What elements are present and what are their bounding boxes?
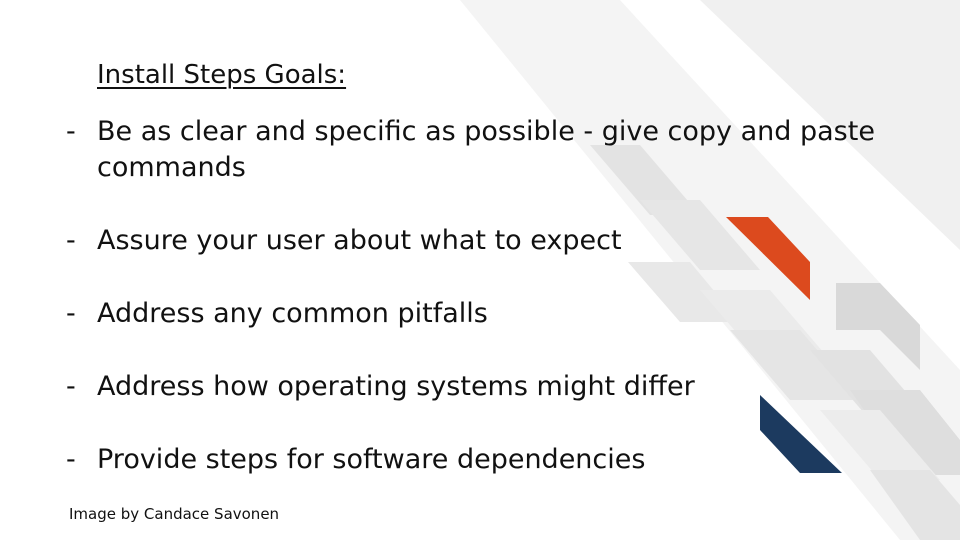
- bullet-dash: -: [66, 225, 76, 256]
- bullet-dash: -: [66, 371, 76, 402]
- bullet-text: Assure your user about what to expect: [97, 225, 622, 256]
- bullet-text: Address how operating systems might diff…: [97, 371, 695, 402]
- bullet-text: Provide steps for software dependencies: [97, 444, 646, 475]
- bullet-text: Be as clear and specific as possible - g…: [97, 116, 875, 183]
- bullet-item: - Be as clear and specific as possible -…: [66, 114, 886, 186]
- bullet-text: Address any common pitfalls: [97, 298, 488, 329]
- bullet-item: - Address how operating systems might di…: [66, 369, 886, 405]
- bullet-dash: -: [66, 116, 76, 147]
- slide: Install Steps Goals: - Be as clear and s…: [0, 0, 960, 540]
- bullet-dash: -: [66, 444, 76, 475]
- slide-title: Install Steps Goals:: [97, 60, 347, 90]
- bullet-item: - Assure your user about what to expect: [66, 223, 886, 259]
- bullet-dash: -: [66, 298, 76, 329]
- image-credit: Image by Candace Savonen: [69, 505, 280, 523]
- bullet-item: - Provide steps for software dependencie…: [66, 442, 886, 478]
- bullet-list: - Be as clear and specific as possible -…: [66, 114, 886, 478]
- bullet-item: - Address any common pitfalls: [66, 296, 886, 332]
